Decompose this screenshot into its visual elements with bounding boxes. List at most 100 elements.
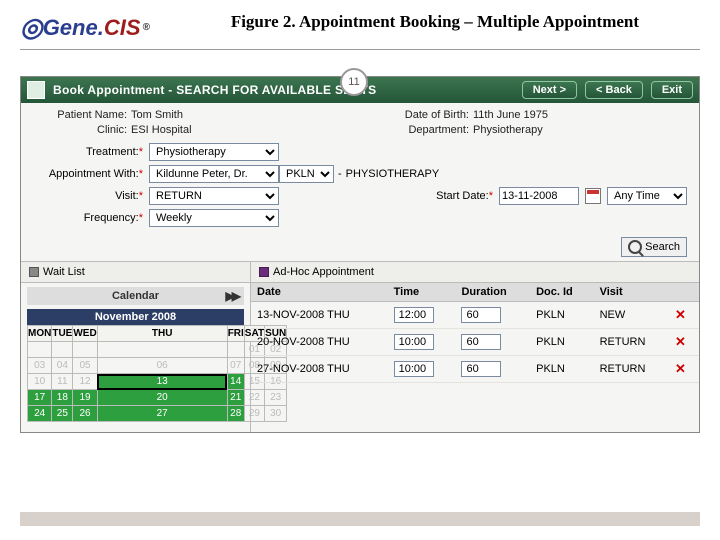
calendar-day[interactable]: 25	[52, 406, 73, 422]
calendar-icon[interactable]	[585, 188, 601, 204]
patient-name: Tom Smith	[131, 109, 183, 121]
search-button[interactable]: Search	[621, 237, 687, 257]
search-icon	[628, 240, 642, 254]
calendar-day[interactable]	[97, 342, 227, 358]
calendar-day[interactable]: 11	[52, 374, 73, 390]
cell-visit: NEW	[594, 302, 669, 329]
doctor-code-select[interactable]: PKLN	[279, 165, 334, 183]
window-title: Book Appointment - SEARCH FOR AVAILABLE …	[53, 83, 376, 97]
calendar-header: Calendar ▶▶	[27, 287, 244, 305]
square-icon	[29, 267, 39, 277]
cell-visit: RETURN	[594, 356, 669, 383]
exit-button[interactable]: Exit	[651, 81, 693, 99]
search-button-label: Search	[645, 241, 680, 253]
back-button[interactable]: < Back	[585, 81, 643, 99]
dob-value: 11th June 1975	[473, 109, 548, 121]
figure-title: Figure 2. Appointment Booking – Multiple…	[170, 12, 700, 32]
cell-date: 20-NOV-2008 THU	[251, 329, 388, 356]
page-number: 11	[340, 68, 368, 96]
calendar-day[interactable]: 24	[28, 406, 52, 422]
cell-docid: PKLN	[530, 356, 593, 383]
cell-time[interactable]: 10:00	[394, 361, 434, 377]
calendar-day[interactable]: 18	[52, 390, 73, 406]
clinic-value: ESI Hospital	[131, 124, 192, 136]
visit-select[interactable]: RETURN	[149, 187, 279, 205]
calendar-day[interactable]: 04	[52, 358, 73, 374]
window-icon	[27, 81, 45, 99]
frequency-label: Frequency:*	[33, 212, 143, 224]
logo-reg: ®	[143, 22, 150, 33]
calendar-day[interactable]: 07	[227, 358, 244, 374]
treatment-select[interactable]: Physiotherapy	[149, 143, 279, 161]
calendar-day-header: FRI	[227, 326, 244, 342]
calendar-day[interactable]	[227, 342, 244, 358]
calendar-day[interactable]: 05	[73, 358, 97, 374]
cell-duration[interactable]: 60	[461, 334, 501, 350]
calendar-day[interactable]	[28, 342, 52, 358]
calendar-day[interactable]: 27	[97, 406, 227, 422]
cell-time[interactable]: 12:00	[394, 307, 434, 323]
specialty-text: PHYSIOTHERAPY	[346, 168, 440, 180]
footer-band	[20, 512, 700, 526]
visit-label: Visit:*	[33, 190, 143, 202]
calendar-day[interactable]: 14	[227, 374, 244, 390]
startdate-input[interactable]	[499, 187, 579, 205]
calendar-day[interactable]: 21	[227, 390, 244, 406]
logo-part2: CIS	[104, 15, 141, 41]
col-date: Date	[251, 283, 388, 302]
calendar-day[interactable]: 10	[28, 374, 52, 390]
delete-icon[interactable]: ✕	[675, 361, 686, 376]
dept-value: Physiotherapy	[473, 124, 543, 136]
title-rule	[20, 49, 700, 50]
startdate-label: Start Date:*	[436, 190, 493, 202]
dob-label: Date of Birth:	[375, 109, 469, 121]
calendar-day[interactable]: 26	[73, 406, 97, 422]
dept-label: Department:	[375, 124, 469, 136]
search-form: Treatment:* Physiotherapy Appointment Wi…	[21, 141, 699, 237]
cell-visit: RETURN	[594, 329, 669, 356]
calendar-day[interactable]: 28	[227, 406, 244, 422]
logo: ◎ Gene.CIS®	[20, 12, 150, 43]
calendar-day[interactable]: 06	[97, 358, 227, 374]
calendar-day[interactable]: 12	[73, 374, 97, 390]
cell-date: 27-NOV-2008 THU	[251, 356, 388, 383]
midbar: Wait List Ad-Hoc Appointment	[21, 261, 699, 283]
calendar-day[interactable]: 20	[97, 390, 227, 406]
logo-part1: Gene.	[43, 15, 104, 41]
calendar-day[interactable]: 03	[28, 358, 52, 374]
fast-forward-icon[interactable]: ▶▶	[226, 289, 238, 303]
adhoc-label: Ad-Hoc Appointment	[273, 266, 374, 278]
calendar-day[interactable]: 17	[28, 390, 52, 406]
delete-icon[interactable]: ✕	[675, 307, 686, 322]
adhoc-toggle[interactable]: Ad-Hoc Appointment	[251, 262, 382, 282]
app-window: Book Appointment - SEARCH FOR AVAILABLE …	[20, 76, 700, 433]
clinic-label: Clinic:	[33, 124, 127, 136]
table-row: 20-NOV-2008 THU10:0060PKLNRETURN✕	[251, 329, 699, 356]
calendar-month: November 2008	[27, 309, 244, 325]
frequency-select[interactable]: Weekly	[149, 209, 279, 227]
calendar-day-header: WED	[73, 326, 97, 342]
cell-duration[interactable]: 60	[461, 361, 501, 377]
square-icon	[259, 267, 269, 277]
cell-time[interactable]: 10:00	[394, 334, 434, 350]
table-row: 27-NOV-2008 THU 10:00 60 PKLNRETURN ✕	[251, 356, 699, 383]
waitlist-label: Wait List	[43, 266, 85, 278]
calendar-day[interactable]	[73, 342, 97, 358]
waitlist-toggle[interactable]: Wait List	[21, 262, 251, 282]
col-delete	[669, 283, 699, 302]
cell-docid: PKLN	[530, 302, 593, 329]
treatment-label: Treatment:*	[33, 146, 143, 158]
col-docid: Doc. Id	[530, 283, 593, 302]
anytime-select[interactable]: Any Time	[607, 187, 687, 205]
table-row: 13-NOV-2008 THU12:0060PKLNNEW✕	[251, 302, 699, 329]
calendar-day[interactable]: 13	[97, 374, 227, 390]
col-duration: Duration	[455, 283, 530, 302]
calendar-day[interactable]: 19	[73, 390, 97, 406]
doctor-select[interactable]: Kildunne Peter, Dr.	[149, 165, 279, 183]
apptwith-label: Appointment With:*	[33, 168, 143, 180]
calendar-day[interactable]	[52, 342, 73, 358]
cell-duration[interactable]: 60	[461, 307, 501, 323]
delete-icon[interactable]: ✕	[675, 334, 686, 349]
specialty-dash: -	[338, 168, 342, 180]
next-button[interactable]: Next >	[522, 81, 577, 99]
